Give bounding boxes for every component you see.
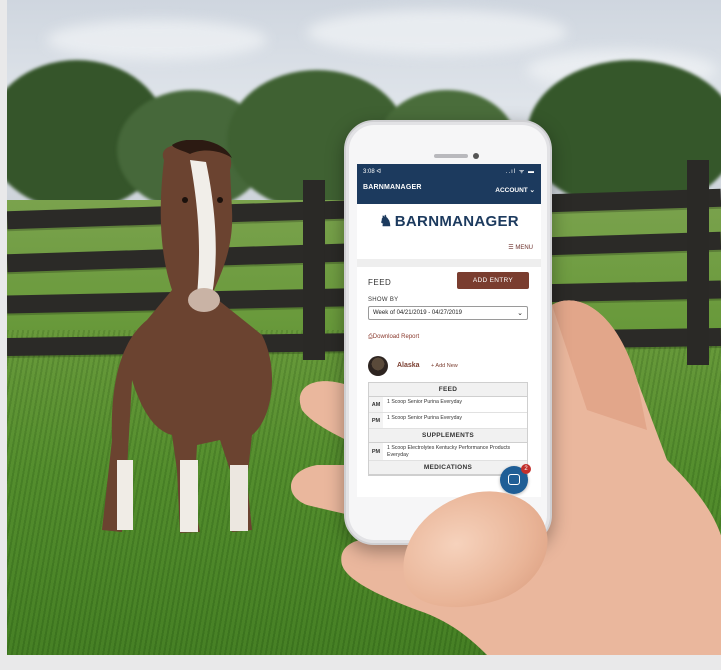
chat-badge: 2 bbox=[521, 464, 531, 474]
foal-horse bbox=[102, 140, 273, 533]
download-report-link[interactable]: ⎙Download Report bbox=[368, 334, 419, 341]
photo-scene: 3:08 ᐊ ..ıl ᯤ ▬ BARNMANAGER ACCOUNT ⌄ ♞ B… bbox=[7, 0, 721, 655]
brand-logo: ♞ BARNMANAGER bbox=[357, 212, 541, 230]
app-header: 3:08 ᐊ ..ıl ᯤ ▬ BARNMANAGER ACCOUNT ⌄ bbox=[357, 164, 541, 204]
chat-icon bbox=[508, 474, 520, 485]
feed-title: FEED bbox=[368, 278, 392, 287]
row-label: AM bbox=[369, 397, 383, 412]
horse-avatar[interactable] bbox=[368, 356, 388, 376]
table-row: PM 1 Scoop Electrolytes Kentucky Perform… bbox=[369, 443, 527, 461]
phone-camera bbox=[473, 153, 479, 159]
row-label: PM bbox=[369, 413, 383, 428]
supplements-section-header: SUPPLEMENTS bbox=[369, 429, 527, 443]
feed-schedule-table: FEED AM 1 Scoop Senior Purina Everyday P… bbox=[368, 382, 528, 476]
cloud bbox=[307, 10, 567, 55]
horse-name-link[interactable]: Alaska bbox=[397, 362, 420, 369]
menu-button[interactable]: ☰ MENU bbox=[508, 244, 533, 251]
row-text: 1 Scoop Electrolytes Kentucky Performanc… bbox=[387, 445, 511, 458]
row-text: 1 Scoop Senior Purina Everyday bbox=[387, 399, 462, 405]
show-by-label: SHOW BY bbox=[368, 297, 399, 303]
table-row: PM 1 Scoop Senior Purina Everyday bbox=[369, 413, 527, 429]
status-time: 3:08 ᐊ bbox=[363, 169, 381, 175]
table-row: AM 1 Scoop Senior Purina Everyday bbox=[369, 397, 527, 413]
week-select-value: Week of 04/21/2019 - 04/27/2019 bbox=[373, 310, 462, 316]
account-menu-button[interactable]: ACCOUNT ⌄ bbox=[495, 186, 535, 194]
smartphone: 3:08 ᐊ ..ıl ᯤ ▬ BARNMANAGER ACCOUNT ⌄ ♞ B… bbox=[344, 120, 552, 545]
add-new-link[interactable]: + Add New bbox=[431, 363, 458, 369]
status-icons: ..ıl ᯤ ▬ bbox=[505, 169, 535, 175]
phone-speaker bbox=[434, 154, 468, 158]
feed-section-header: FEED bbox=[369, 383, 527, 397]
app-screen: 3:08 ᐊ ..ıl ᯤ ▬ BARNMANAGER ACCOUNT ⌄ ♞ B… bbox=[357, 164, 541, 497]
row-text: 1 Scoop Senior Purina Everyday bbox=[387, 415, 462, 421]
cloud bbox=[47, 20, 267, 60]
chevron-down-icon: ⌄ bbox=[517, 310, 523, 317]
row-label: PM bbox=[369, 443, 383, 460]
week-select[interactable]: Week of 04/21/2019 - 04/27/2019 ⌄ bbox=[368, 306, 528, 320]
nav-logo[interactable]: BARNMANAGER bbox=[363, 184, 422, 191]
section-divider bbox=[357, 259, 541, 267]
horse-head-icon: ♞ bbox=[379, 213, 393, 230]
chat-button[interactable]: 2 bbox=[500, 464, 531, 494]
add-entry-button[interactable]: ADD ENTRY bbox=[457, 272, 529, 289]
brand-name: BARNMANAGER bbox=[394, 213, 519, 230]
